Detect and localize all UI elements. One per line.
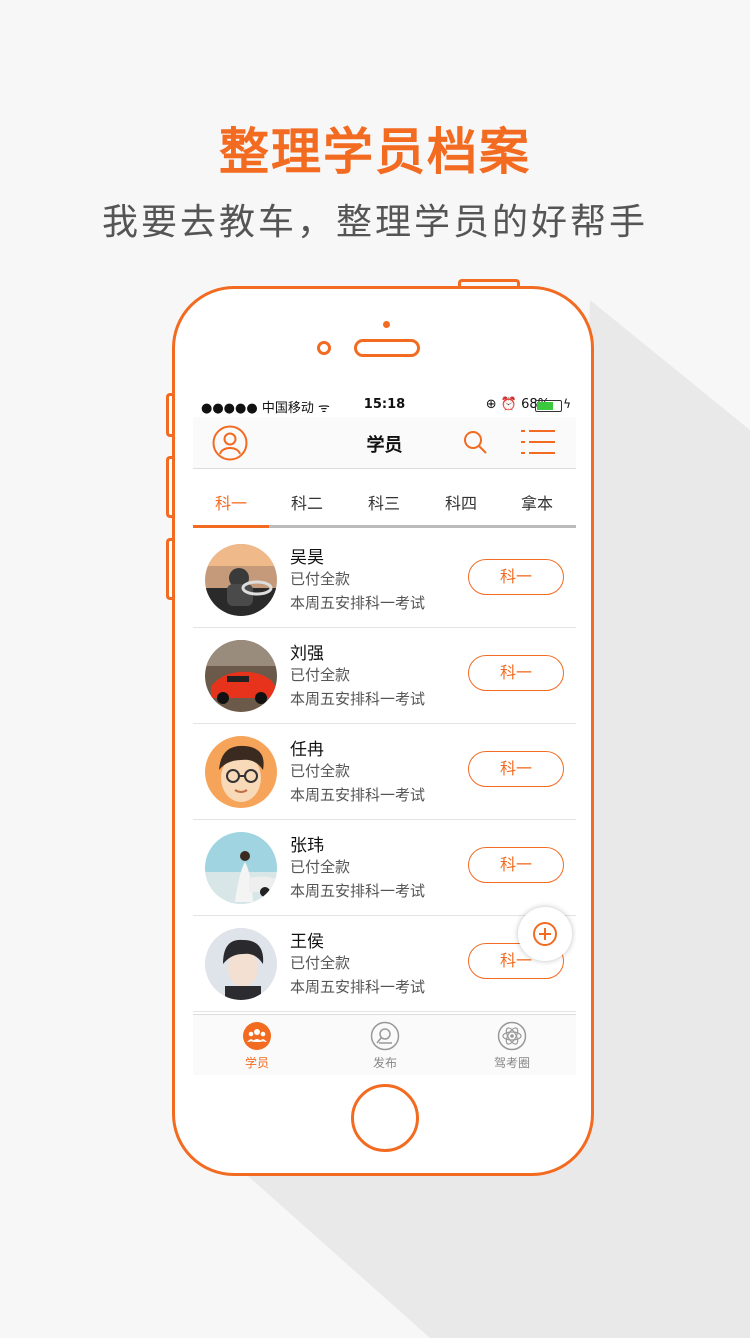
tabbar-publish-label: 发布 [372, 1056, 397, 1070]
students-icon [243, 1022, 271, 1050]
student-row[interactable]: 刘强 已付全款 本周五安排科一考试 科一 [193, 628, 576, 724]
exam-schedule: 本周五安排科一考试 [290, 882, 426, 900]
phone-speaker [354, 339, 420, 357]
add-student-button[interactable] [518, 907, 572, 961]
tabbar-students[interactable]: 学员 [193, 1021, 321, 1071]
exam-schedule: 本周五安排科一考试 [290, 690, 426, 708]
tabbar-students-label: 学员 [244, 1056, 269, 1070]
stage-tabs: 科一 科二 科三 科四 拿本 [193, 470, 576, 528]
payment-status: 已付全款 [290, 858, 351, 876]
payment-status: 已付全款 [290, 954, 351, 972]
tabbar-publish[interactable]: 发布 [321, 1021, 449, 1071]
tabbar-community-label: 驾考圈 [493, 1056, 530, 1070]
exam-schedule: 本周五安排科一考试 [290, 978, 426, 996]
phone-camera-dot [383, 321, 390, 328]
publish-icon [370, 1021, 400, 1051]
charging-icon: ϟ [563, 397, 571, 411]
tab-ke1[interactable]: 科一 [193, 490, 269, 514]
student-row[interactable]: 吴昊 已付全款 本周五安排科一考试 科一 [193, 532, 576, 628]
payment-status: 已付全款 [290, 570, 351, 588]
student-avatar [205, 928, 277, 1000]
tab-ke4[interactable]: 科四 [423, 490, 499, 514]
tab-ke2[interactable]: 科二 [269, 490, 345, 514]
payment-status: 已付全款 [290, 666, 351, 684]
stage-button[interactable]: 科一 [468, 847, 564, 883]
student-name: 任冉 [290, 740, 324, 760]
student-name: 王侯 [290, 932, 324, 952]
app-screen: ●●●●● 中国移动 ᯤ 15:18 ⊕ ⏰ 68% ϟ 学员 科一 科二 科三… [193, 393, 576, 1075]
bottom-tab-bar: 学员 发布 驾考圈 [193, 1014, 576, 1075]
tab-naben[interactable]: 拿本 [499, 490, 575, 514]
exam-schedule: 本周五安排科一考试 [290, 594, 426, 612]
nav-bar: 学员 [193, 417, 576, 469]
student-name: 张玮 [290, 836, 324, 856]
student-avatar [205, 736, 277, 808]
active-tab-indicator [193, 525, 269, 528]
student-row[interactable]: 张玮 已付全款 本周五安排科一考试 科一 [193, 820, 576, 916]
phone-home-button[interactable] [351, 1084, 419, 1152]
student-avatar [205, 640, 277, 712]
student-name: 刘强 [290, 644, 324, 664]
search-icon[interactable] [462, 429, 488, 455]
student-avatar [205, 544, 277, 616]
battery-icon [535, 400, 562, 412]
student-name: 吴昊 [290, 548, 324, 568]
stage-button[interactable]: 科一 [468, 559, 564, 595]
stage-button[interactable]: 科一 [468, 655, 564, 691]
promo-headline: 整理学员档案 [219, 123, 531, 181]
menu-list-icon[interactable] [521, 429, 555, 455]
payment-status: 已付全款 [290, 762, 351, 780]
stage-button[interactable]: 科一 [468, 751, 564, 787]
community-icon [497, 1021, 527, 1051]
student-avatar [205, 832, 277, 904]
exam-schedule: 本周五安排科一考试 [290, 786, 426, 804]
status-bar: ●●●●● 中国移动 ᯤ 15:18 ⊕ ⏰ 68% ϟ [193, 393, 576, 417]
page-title: 学员 [366, 435, 403, 456]
tab-ke3[interactable]: 科三 [346, 490, 422, 514]
promo-subline: 我要去教车，整理学员的好帮手 [101, 202, 648, 243]
phone-front-camera [317, 341, 331, 355]
tabbar-community[interactable]: 驾考圈 [448, 1021, 576, 1071]
student-row[interactable]: 任冉 已付全款 本周五安排科一考试 科一 [193, 724, 576, 820]
